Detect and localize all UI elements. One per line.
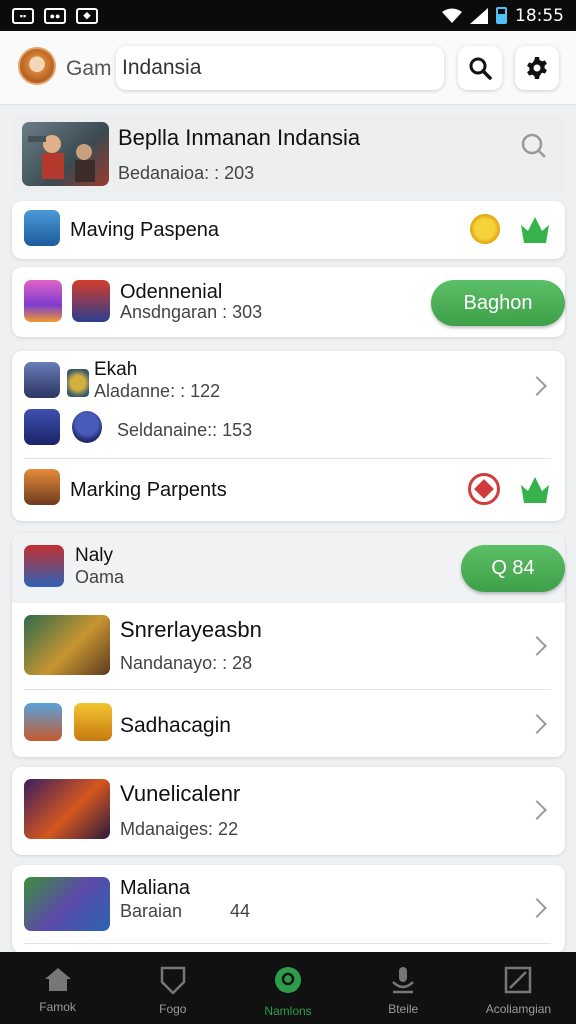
- avatar[interactable]: [18, 47, 56, 85]
- nav-label: Namlons: [264, 1004, 312, 1018]
- crown-icon[interactable]: [519, 215, 551, 245]
- list-card-odenenia[interactable]: Odennenial Ansdngaran : 303 Baghon: [12, 267, 565, 337]
- group-item-title: Marking Parpents: [70, 479, 227, 501]
- item-subtitle: Baraian: [120, 901, 183, 921]
- game-icon: [24, 280, 62, 322]
- character-icon: [72, 411, 102, 443]
- item-title: Maliana: [120, 877, 191, 899]
- game-thumbnail: [24, 779, 110, 839]
- game-icon: [24, 703, 62, 741]
- game-icon: [24, 210, 60, 246]
- nav-label: Fogo: [159, 1002, 187, 1016]
- nav-item-bteile[interactable]: Bteile: [346, 952, 461, 1024]
- chevron-right-icon[interactable]: [527, 636, 547, 656]
- group-item-subtitle: Seldanaine:: 153: [117, 420, 253, 440]
- section-title: Naly: [75, 545, 114, 566]
- notification-icon: ◆: [76, 7, 98, 24]
- game-thumbnail: [24, 877, 110, 931]
- app-header: Gam: [0, 31, 576, 105]
- shield-badge-icon[interactable]: [468, 473, 500, 505]
- search-icon: [469, 57, 492, 80]
- item-subtitle: Mdanaiges: 22: [120, 819, 239, 839]
- group-item-subtitle: Aladanne: : 122: [94, 381, 221, 401]
- section-card: Naly Oama Q 84 Snrerlayeasbn Nandanayo: …: [12, 533, 565, 757]
- chevron-right-icon[interactable]: [527, 376, 547, 396]
- nav-label: Bteile: [388, 1002, 419, 1016]
- game-icon: [24, 362, 60, 398]
- game-icon: [24, 469, 60, 505]
- bottom-navigation: Famok Fogo Namlons Bteile Acoliamgian: [0, 952, 576, 1024]
- row-title: Odennenial: [120, 281, 223, 303]
- coin-icon[interactable]: [470, 214, 500, 244]
- nav-item-fogo[interactable]: Fogo: [115, 952, 230, 1024]
- featured-subtitle: Bedanaioa: : 203: [118, 163, 255, 183]
- nav-label: Acoliamgian: [485, 1002, 552, 1016]
- game-thumbnail: [24, 615, 110, 675]
- section-subtitle: Oama: [75, 567, 125, 587]
- action-button[interactable]: Baghon: [431, 280, 565, 326]
- nav-label: Famok: [39, 1000, 76, 1014]
- score-button[interactable]: Q 84: [461, 545, 565, 592]
- list-card-vune[interactable]: Vunelicalenr Mdanaiges: 22: [12, 767, 565, 855]
- game-icon: [24, 409, 60, 445]
- search-icon[interactable]: [520, 132, 548, 160]
- game-icon: [74, 703, 112, 741]
- nav-item-namlons[interactable]: Namlons: [230, 952, 345, 1024]
- list-card-mala[interactable]: Maliana Baraian 44: [12, 865, 565, 953]
- hero-figure-icon: [28, 135, 95, 182]
- row-title: Maving Paspena: [70, 219, 219, 241]
- featured-banner[interactable]: Beplla Inmanan Indansia Bedanaioa: : 203: [12, 115, 565, 193]
- signal-icon: [470, 7, 488, 24]
- search-button[interactable]: [458, 46, 502, 90]
- item-title: Snrerlayeasbn: [120, 617, 262, 642]
- game-icon: [72, 280, 110, 322]
- featured-title: Beplla Inmanan Indansia: [118, 125, 361, 150]
- row-subtitle: Ansdngaran : 303: [120, 302, 263, 322]
- status-bar: ▪▪ ●● ◆ 18:55: [0, 0, 576, 31]
- home-icon: [44, 968, 71, 991]
- notification-icon: ●●: [44, 7, 66, 24]
- location-icon: [275, 967, 301, 993]
- nav-item-acoliamgian[interactable]: Acoliamgian: [461, 952, 576, 1024]
- settings-button[interactable]: [515, 46, 559, 90]
- nav-item-home[interactable]: Famok: [0, 952, 115, 1024]
- search-input[interactable]: [116, 46, 444, 90]
- chevron-right-icon[interactable]: [527, 898, 547, 918]
- divider: [24, 458, 551, 459]
- list-card-marking[interactable]: Maving Paspena: [12, 201, 565, 259]
- badge-icon: [67, 369, 89, 397]
- item-title: Vunelicalenr: [120, 781, 241, 806]
- crown-icon[interactable]: [519, 475, 551, 505]
- wifi-icon: [442, 8, 462, 23]
- featured-game-thumbnail: [22, 122, 109, 186]
- edit-icon: [505, 966, 532, 994]
- item-value: 44: [230, 901, 251, 921]
- battery-icon: [496, 7, 507, 24]
- item-title: Sadhacagin: [120, 714, 231, 737]
- group-card: Ekah Aladanne: : 122 Seldanaine:: 153 Ma…: [12, 351, 565, 521]
- notification-icon: ▪▪: [12, 7, 34, 24]
- microphone-icon: [392, 967, 415, 994]
- header-label: Gam: [66, 57, 112, 80]
- divider: [24, 943, 551, 944]
- game-icon: [24, 545, 64, 587]
- item-subtitle: Nandanayo: : 28: [120, 653, 253, 673]
- group-item-title: Ekah: [94, 359, 138, 380]
- divider: [24, 689, 551, 690]
- shield-icon: [160, 966, 186, 994]
- settings-gear-icon: [527, 57, 547, 79]
- clock-time: 18:55: [515, 5, 564, 26]
- chevron-right-icon[interactable]: [527, 800, 547, 820]
- chevron-right-icon[interactable]: [527, 714, 547, 734]
